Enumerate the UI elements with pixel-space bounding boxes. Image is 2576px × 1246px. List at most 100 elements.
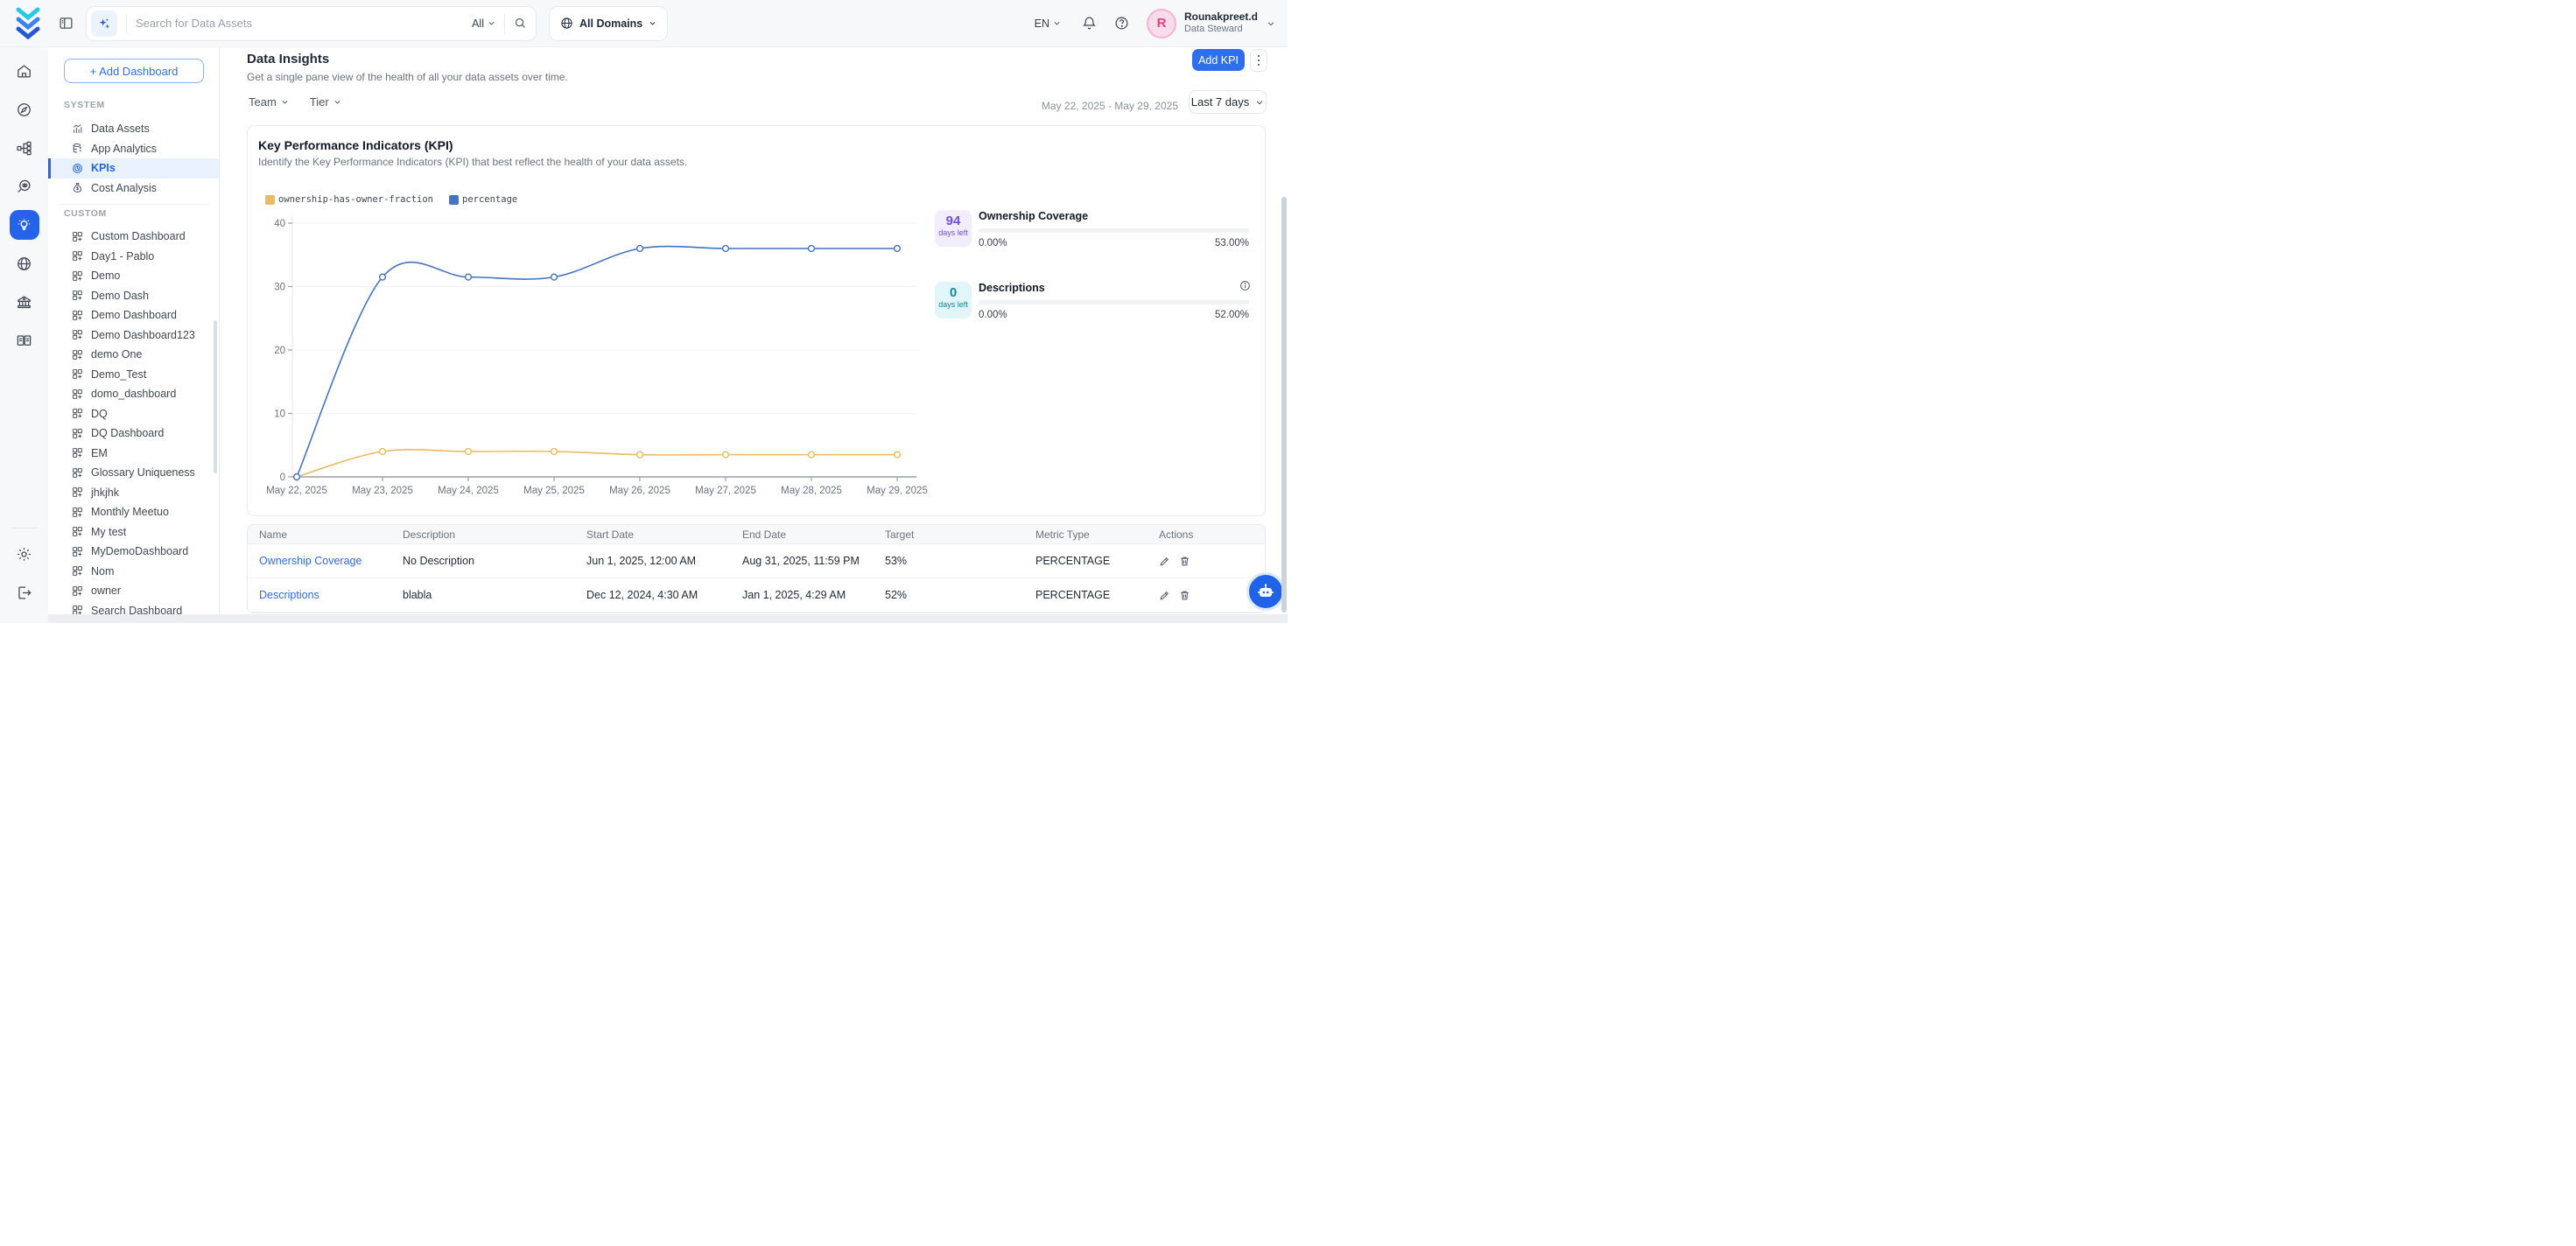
ai-sparkle-icon[interactable] [91, 10, 117, 37]
col-header-start-date[interactable]: Start Date [586, 528, 742, 541]
help-icon[interactable] [1114, 16, 1129, 31]
user-role: Data Steward [1184, 24, 1258, 36]
legend-item-percentage[interactable]: percentage [449, 194, 517, 205]
chevron-down-icon [1255, 98, 1264, 107]
add-dashboard-button[interactable]: + Add Dashboard [64, 59, 204, 83]
table-header-row: Name Description Start Date End Date Tar… [248, 525, 1265, 544]
dashboard-icon [72, 546, 83, 557]
dashboard-icon [72, 270, 83, 282]
system-list: Data Assets App Analytics KPIs Cost Anal… [48, 119, 220, 198]
col-header-target[interactable]: Target [885, 528, 1035, 541]
sidebar-item-custom-dashboard[interactable]: Day1 - Pablo [48, 247, 220, 267]
col-header-name[interactable]: Name [259, 528, 403, 541]
edit-icon[interactable] [1159, 590, 1170, 601]
svg-text:May 27, 2025: May 27, 2025 [695, 486, 756, 496]
sidebar-item-kpis[interactable]: KPIs [48, 158, 220, 178]
sidebar-item-custom-dashboard[interactable]: demo One [48, 345, 220, 365]
rail-domains-icon[interactable] [10, 248, 39, 278]
sidebar-item-label: jhkjhk [91, 486, 119, 499]
kebab-menu-button[interactable] [1250, 49, 1267, 72]
sidebar-item-custom-dashboard[interactable]: owner [48, 581, 220, 601]
stat-target-value: 53.00% [1215, 238, 1249, 248]
sidebar-item-label: MyDemoDashboard [91, 545, 188, 557]
app-logo-icon[interactable] [15, 7, 41, 40]
section-label-custom: CUSTOM [64, 208, 107, 219]
kpi-card: Key Performance Indicators (KPI) Identif… [247, 125, 1266, 516]
info-icon[interactable] [1239, 280, 1251, 291]
edit-icon[interactable] [1159, 556, 1170, 567]
sidebar-item-custom-dashboard[interactable]: Demo_Test [48, 365, 220, 385]
rail-settings-icon[interactable] [10, 539, 39, 569]
sidebar-item-custom-dashboard[interactable]: DQ Dashboard [48, 424, 220, 444]
table-row: Descriptions blabla Dec 12, 2024, 4:30 A… [248, 578, 1265, 612]
page-title: Data Insights [247, 52, 329, 66]
delete-icon[interactable] [1179, 556, 1190, 567]
sidebar-item-custom-dashboard[interactable]: Demo Dashboard123 [48, 326, 220, 346]
sidebar-toggle-icon[interactable] [59, 16, 74, 31]
sidebar-item-label: Glossary Uniqueness [91, 466, 195, 479]
col-header-description[interactable]: Description [403, 528, 586, 541]
sidebar-item-custom-dashboard[interactable]: Nom [48, 562, 220, 582]
sidebar-item-custom-dashboard[interactable]: My test [48, 522, 220, 542]
sidebar-item-custom-dashboard[interactable]: Glossary Uniqueness [48, 463, 220, 483]
sidebar-item-custom-dashboard[interactable]: EM [48, 444, 220, 464]
col-header-metric-type[interactable]: Metric Type [1035, 528, 1159, 541]
sidebar-item-custom-dashboard[interactable]: DQ [48, 404, 220, 424]
chevron-down-icon[interactable] [1267, 19, 1275, 28]
svg-text:40: 40 [274, 219, 285, 229]
search-scope-dropdown[interactable]: All [472, 18, 495, 30]
rail-insights-icon[interactable] [10, 210, 39, 240]
user-info[interactable]: Rounakpreet.d Data Steward [1184, 10, 1258, 36]
col-header-actions: Actions [1159, 528, 1265, 541]
kpi-name-link[interactable]: Descriptions [259, 589, 319, 601]
kpi-line-chart: 010203040May 22, 2025May 23, 2025May 24,… [248, 126, 948, 502]
col-header-end-date[interactable]: End Date [742, 528, 885, 541]
search-icon[interactable] [514, 17, 527, 30]
sidebar-item-custom-dashboard[interactable]: Demo Dashboard [48, 305, 220, 326]
kpi-card-subtitle: Identify the Key Performance Indicators … [258, 156, 687, 168]
sidebar-item-custom-dashboard[interactable]: Monthly Meetuo [48, 502, 220, 522]
notifications-bell-icon[interactable] [1082, 16, 1097, 31]
delete-icon[interactable] [1179, 590, 1190, 601]
rail-discovery-icon[interactable] [10, 172, 39, 201]
rail-workflow-icon[interactable] [10, 133, 39, 163]
rail-governance-icon[interactable] [10, 287, 39, 317]
team-filter-dropdown[interactable]: Team [249, 95, 289, 108]
sidebar-item-custom-dashboard[interactable]: jhkjhk [48, 483, 220, 503]
dashboard-sidebar: + Add Dashboard SYSTEM Data Assets App A… [48, 47, 220, 623]
chevron-down-icon [1053, 19, 1061, 27]
tier-filter-dropdown[interactable]: Tier [310, 95, 341, 108]
sidebar-item-custom-dashboard[interactable]: Demo Dash [48, 286, 220, 306]
domains-dropdown[interactable]: All Domains [549, 6, 668, 41]
add-kpi-button[interactable]: Add KPI [1192, 49, 1245, 71]
dashboard-icon [72, 507, 83, 518]
language-dropdown[interactable]: EN [1035, 18, 1061, 30]
sidebar-item-cost-analysis[interactable]: Cost Analysis [48, 178, 220, 199]
sidebar-scrollbar[interactable] [214, 320, 217, 473]
chatbot-button[interactable] [1246, 572, 1285, 611]
kpi-name-link[interactable]: Ownership Coverage [259, 555, 361, 567]
dashboard-icon [72, 368, 83, 380]
progress-bar [979, 228, 1249, 233]
legend-item-ownership[interactable]: ownership-has-owner-fraction [265, 194, 433, 205]
svg-text:May 25, 2025: May 25, 2025 [523, 486, 585, 496]
rail-glossary-icon[interactable] [10, 326, 39, 355]
sidebar-item-custom-dashboard[interactable]: Custom Dashboard [48, 227, 220, 247]
sidebar-item-data-assets[interactable]: Data Assets [48, 119, 220, 139]
rail-home-icon[interactable] [10, 56, 39, 86]
date-range-text: May 22, 2025 - May 29, 2025 [1034, 100, 1178, 112]
chevron-down-icon [488, 19, 495, 27]
sidebar-item-app-analytics[interactable]: App Analytics [48, 139, 220, 159]
range-selector-dropdown[interactable]: Last 7 days [1189, 90, 1267, 114]
user-avatar[interactable]: R [1147, 9, 1176, 38]
cost-analysis-icon [72, 182, 83, 193]
dashboard-icon [72, 388, 83, 400]
search-input[interactable]: Search for Data Assets All [86, 6, 537, 41]
rail-logout-icon[interactable] [10, 578, 39, 607]
sidebar-item-custom-dashboard[interactable]: MyDemoDashboard [48, 542, 220, 562]
page-scrollbar[interactable] [1281, 197, 1287, 612]
rail-compass-icon[interactable] [10, 94, 39, 124]
sidebar-item-custom-dashboard[interactable]: domo_dashboard [48, 384, 220, 404]
days-left-badge: 0days left [935, 282, 972, 318]
sidebar-item-custom-dashboard[interactable]: Demo [48, 266, 220, 286]
